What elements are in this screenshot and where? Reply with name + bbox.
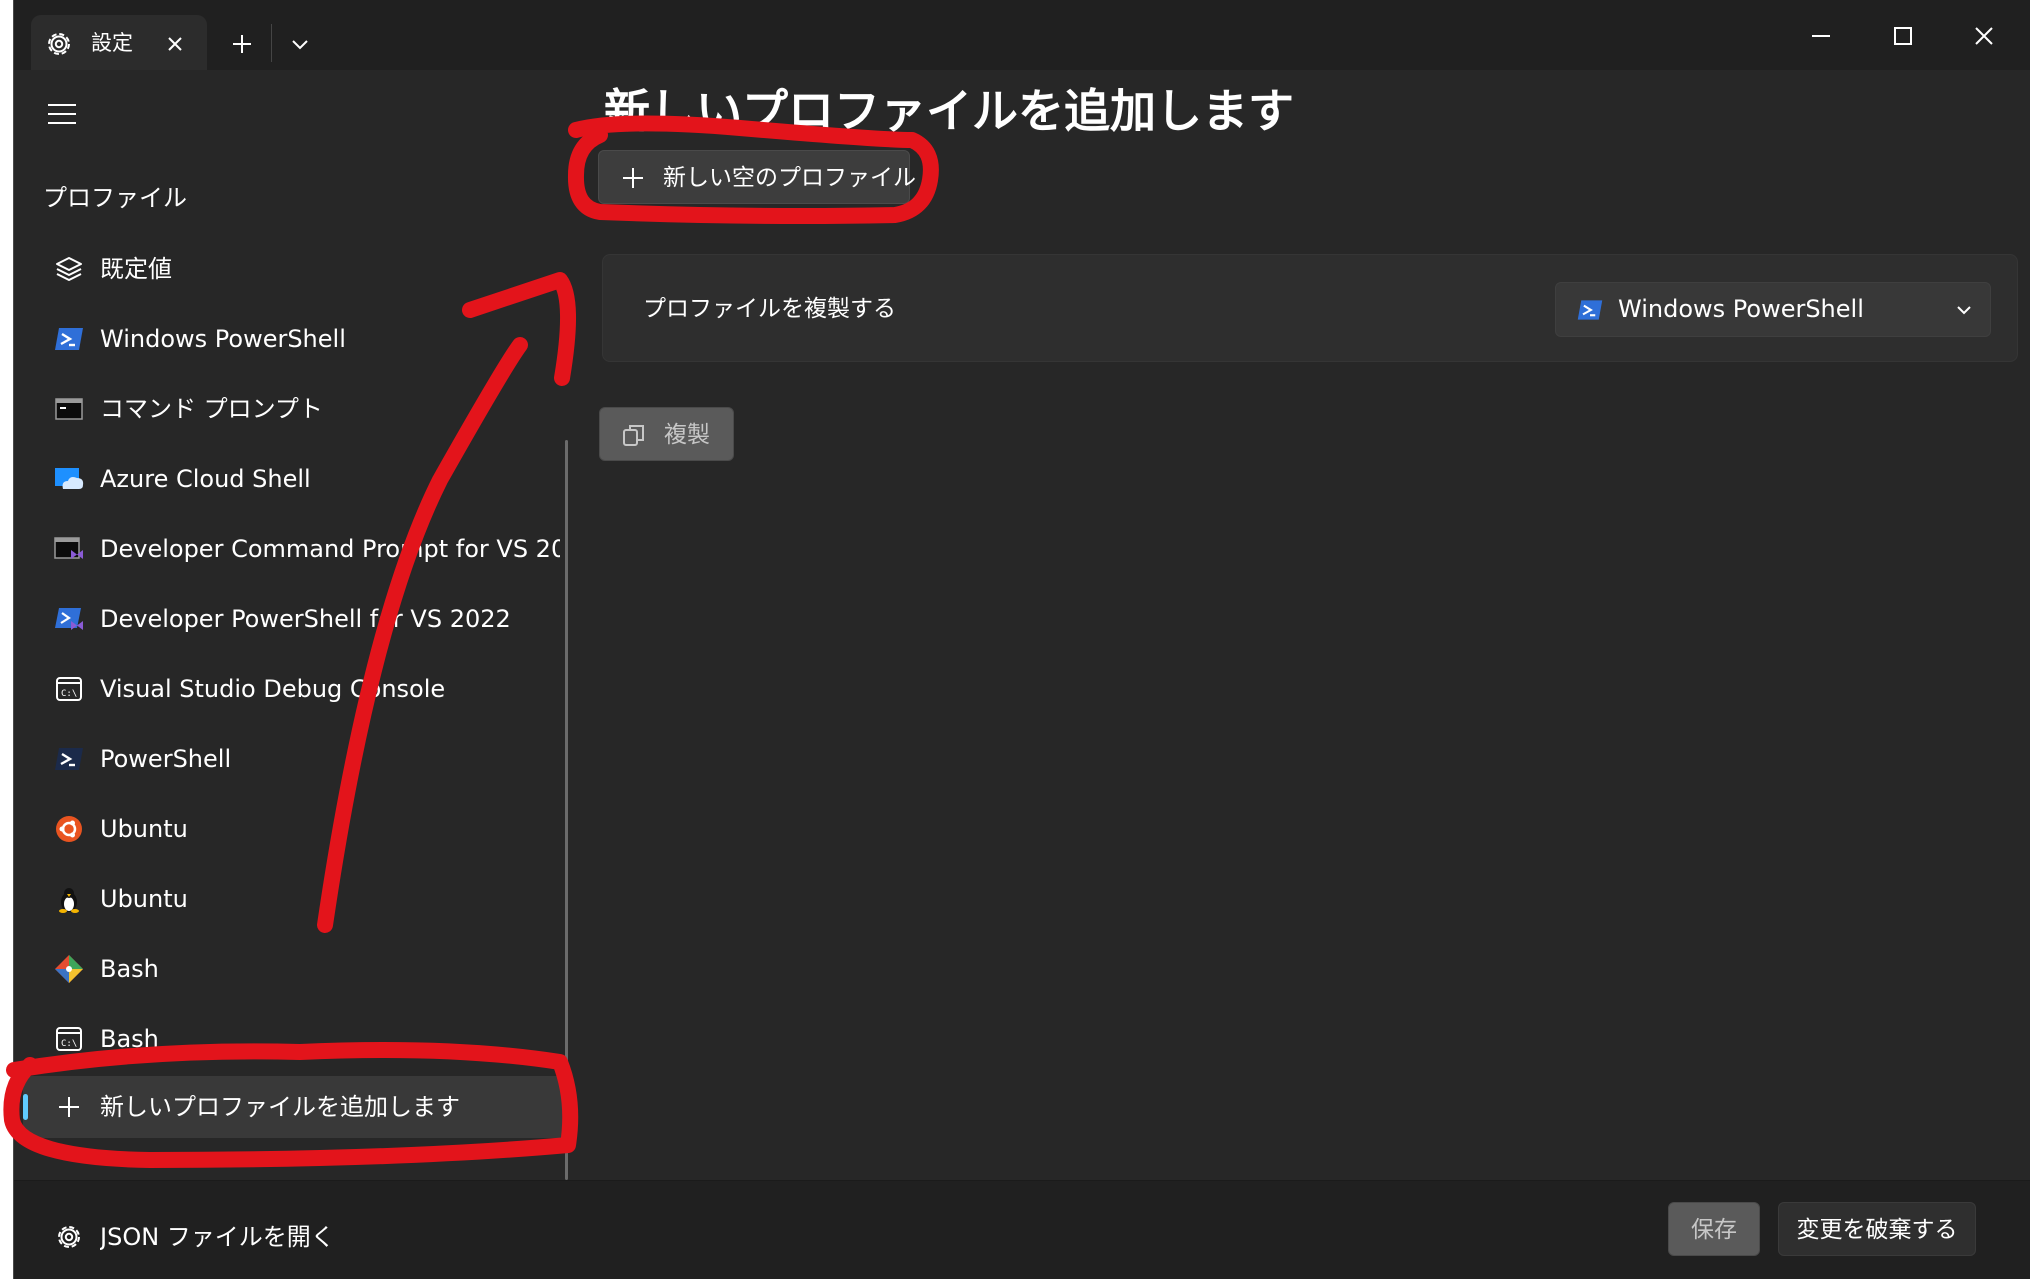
selected-profile-value: Windows PowerShell — [1618, 295, 1864, 323]
ubuntu-icon — [56, 816, 82, 842]
sidebar-item-defaults[interactable]: 既定値 — [23, 238, 571, 300]
chevron-down-icon[interactable] — [282, 26, 318, 62]
sidebar-item-label: Visual Studio Debug Console — [100, 675, 446, 703]
page-title: 新しいプロファイルを追加します — [604, 84, 1294, 138]
linux-penguin-icon — [59, 888, 79, 913]
sidebar-item-windows-powershell[interactable]: Windows PowerShell — [23, 308, 571, 370]
sidebar-item-add-new-profile[interactable]: 新しいプロファイルを追加します — [23, 1076, 571, 1138]
sidebar-item-powershell[interactable]: PowerShell — [23, 728, 571, 790]
chevron-down-icon — [1957, 306, 1971, 315]
console-icon: C:\ — [56, 1027, 82, 1051]
minimize-icon[interactable] — [1801, 16, 1841, 56]
maximize-icon[interactable] — [1883, 16, 1923, 56]
gear-icon — [58, 1226, 80, 1248]
sidebar-item-vs-debug-console[interactable]: C:\ Visual Studio Debug Console — [23, 658, 571, 720]
console-icon: C:\ — [56, 677, 82, 701]
discard-button-label: 変更を破棄する — [1796, 1217, 1958, 1243]
sidebar-item-label: Developer Command Prompt for VS 2022 — [100, 535, 560, 563]
powershell-icon — [1577, 300, 1603, 320]
sidebar-item-label: Windows PowerShell — [100, 325, 346, 353]
sidebar-item-ubuntu[interactable]: Ubuntu — [23, 798, 571, 860]
terminal-settings-window: 設定 プロファイル 既定値 Windows PowerShell コマンド プロ… — [14, 0, 2030, 1279]
save-button-label: 保存 — [1691, 1217, 1737, 1243]
sidebar-item-label: 新しいプロファイルを追加します — [100, 1093, 460, 1121]
gear-icon — [48, 33, 70, 55]
command-prompt-icon — [55, 398, 83, 420]
git-icon — [55, 955, 83, 983]
azure-cloud-shell-icon — [55, 468, 84, 489]
sidebar-item-label: コマンド プロンプト — [100, 395, 323, 423]
sidebar-item-ubuntu-linux[interactable]: Ubuntu — [23, 868, 571, 930]
powershell-icon — [55, 748, 83, 770]
sidebar-item-command-prompt[interactable]: コマンド プロンプト — [23, 378, 571, 440]
new-empty-profile-label: 新しい空のプロファイル — [663, 165, 916, 191]
duplicate-profile-card: プロファイルを複製する Windows PowerShell — [602, 254, 2018, 362]
layers-icon — [56, 257, 82, 281]
profile-select[interactable]: Windows PowerShell — [1555, 282, 1991, 337]
duplicate-profile-label: プロファイルを複製する — [643, 296, 896, 322]
tab-separator — [271, 24, 272, 62]
new-empty-profile-button[interactable]: 新しい空のプロファイル — [598, 150, 916, 204]
sidebar-item-bash-git[interactable]: Bash — [23, 938, 571, 1000]
save-button[interactable]: 保存 — [1668, 1202, 1760, 1256]
svg-text:C:\: C:\ — [61, 689, 77, 699]
svg-text:C:\: C:\ — [61, 1039, 77, 1049]
sidebar-item-label: Ubuntu — [100, 815, 188, 843]
sidebar-item-label: PowerShell — [100, 745, 232, 773]
discard-changes-button[interactable]: 変更を破棄する — [1778, 1202, 1976, 1256]
sidebar-item-label: Ubuntu — [100, 885, 188, 913]
tab-title: 設定 — [91, 31, 133, 55]
open-json-label: JSON ファイルを開く — [100, 1223, 335, 1251]
sidebar-item-label: Bash — [100, 955, 159, 983]
close-icon[interactable] — [159, 28, 191, 60]
sidebar-item-bash[interactable]: C:\ Bash — [23, 1008, 571, 1070]
duplicate-button[interactable]: 複製 — [599, 407, 734, 461]
title-bar: 設定 — [14, 0, 2030, 70]
sidebar-item-azure-cloud-shell[interactable]: Azure Cloud Shell — [23, 448, 571, 510]
vs-command-prompt-icon — [54, 537, 83, 559]
close-icon[interactable] — [1964, 16, 2004, 56]
sidebar-scrollbar[interactable] — [565, 440, 568, 1180]
plus-icon[interactable] — [224, 26, 260, 62]
copy-icon — [623, 425, 644, 446]
plus-icon — [623, 168, 643, 188]
hamburger-icon[interactable] — [44, 98, 80, 130]
open-json-file-button[interactable]: JSON ファイルを開く — [23, 1206, 571, 1268]
sidebar-item-label: Bash — [100, 1025, 159, 1053]
sidebar-item-developer-powershell[interactable]: Developer PowerShell for VS 2022 — [23, 588, 571, 650]
duplicate-button-label: 複製 — [664, 422, 710, 448]
sidebar-item-label: Developer PowerShell for VS 2022 — [100, 605, 511, 633]
vs-powershell-icon — [55, 608, 83, 630]
sidebar-section-label: プロファイル — [43, 184, 187, 212]
sidebar-item-label: Azure Cloud Shell — [100, 465, 311, 493]
sidebar-item-label: 既定値 — [100, 255, 172, 283]
plus-icon — [59, 1097, 79, 1117]
sidebar-item-developer-command-prompt[interactable]: Developer Command Prompt for VS 2022 — [23, 518, 571, 580]
powershell-icon — [55, 328, 83, 350]
